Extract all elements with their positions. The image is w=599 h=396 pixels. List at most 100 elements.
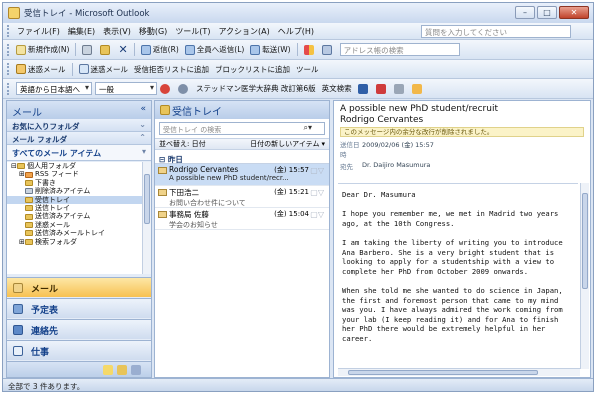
folder-junk[interactable]: 迷惑メール — [7, 221, 143, 229]
translate-button[interactable] — [157, 81, 175, 97]
delete-button[interactable]: ✕ — [115, 42, 130, 58]
chevron-down-icon: ▾ — [141, 147, 146, 156]
info-bar[interactable]: このメッセージ内の余分な改行が削除されました。 — [340, 127, 584, 137]
menu-go[interactable]: 移動(G) — [135, 26, 171, 37]
scrollbar-thumb[interactable] — [582, 193, 588, 289]
reading-pane-subject: A possible new PhD student/recruit — [340, 104, 498, 114]
address-book-button[interactable] — [319, 42, 337, 58]
mail-folders-label: メール フォルダ — [12, 135, 68, 144]
mail-folders-section[interactable]: メール フォルダ ⌃ — [7, 132, 151, 145]
flag-icon[interactable]: ▢▽ — [310, 210, 324, 219]
menu-help[interactable]: ヘルプ(H) — [274, 26, 318, 37]
mail-icon — [13, 283, 23, 293]
new-button[interactable]: 新規作成(N) — [13, 42, 72, 58]
to-label: 宛先 — [340, 163, 353, 171]
notes-icon[interactable] — [103, 365, 113, 375]
folder-deleted[interactable]: 削除済みアイテム — [7, 187, 143, 195]
minimize-button[interactable]: – — [515, 6, 535, 19]
junk-mail-button[interactable]: 迷惑メール — [13, 61, 69, 77]
to-value: Dr. Daijiro Masumura — [362, 161, 431, 169]
help-search-input[interactable]: 質問を入力してください — [421, 24, 571, 38]
address-book-search-input[interactable]: アドレス帳の検索 — [339, 43, 460, 56]
shortcuts-icon[interactable] — [131, 365, 141, 375]
dictionary-tool-1[interactable] — [355, 81, 373, 97]
folder-drafts[interactable]: 下書き — [7, 179, 143, 187]
dictionary-tool-2[interactable] — [373, 81, 391, 97]
reply-all-button-label: 全員へ返信(L) — [196, 45, 245, 54]
scrollbar-thumb[interactable] — [348, 370, 538, 375]
menu-view[interactable]: 表示(V) — [99, 26, 135, 37]
folder-tree-scrollbar[interactable] — [142, 162, 151, 274]
reply-all-button[interactable]: 全員へ返信(L) — [182, 42, 248, 58]
add-block-list-button[interactable]: ブロックリストに追加 — [212, 61, 293, 77]
menu-file[interactable]: ファイル(F) — [13, 26, 64, 37]
forward-button[interactable]: 転送(W) — [247, 42, 293, 58]
add-blocked-senders-button[interactable]: 受信拒否リストに追加 — [131, 61, 212, 77]
nav-tasks-button[interactable]: 仕事 — [7, 340, 151, 360]
nav-mail-button[interactable]: メール — [7, 277, 151, 297]
dictionary-tool-4[interactable] — [409, 81, 427, 97]
menu-actions[interactable]: アクション(A) — [214, 26, 273, 37]
nav-pane-title: メール — [12, 108, 42, 119]
dictionary-button[interactable]: ステッドマン医学大辞典 改訂第6版 — [193, 81, 319, 97]
sort-order-button[interactable]: 日付の新しいアイテム — [250, 139, 319, 149]
dictionary-tool-3[interactable] — [391, 81, 409, 97]
folder-rss[interactable]: ⊞ RSS フィード — [7, 170, 143, 178]
inbox-search-input[interactable]: 受信トレイ の検索 ⌕▾ — [159, 122, 325, 135]
translation-toolbar: 英語から日本語へ 一般 ステッドマン医学大辞典 改訂第6版 英文検索 — [3, 79, 593, 99]
nav-contacts-button[interactable]: 連絡先 — [7, 319, 151, 339]
menu-tools[interactable]: ツール(T) — [171, 26, 214, 37]
inbox-icon — [160, 105, 170, 115]
sort-arrow-icon[interactable]: ▾ — [321, 140, 325, 148]
junk-tools-button[interactable]: ツール — [293, 61, 322, 77]
message-date: (金) 15:21 — [274, 188, 309, 196]
flag-icon[interactable]: ▢▽ — [310, 188, 324, 197]
category-icon — [303, 44, 314, 55]
folder-label: 下書き — [35, 178, 56, 187]
collapse-pane-icon[interactable]: « — [140, 104, 146, 114]
favorite-folders-label: お気に入りフォルダ — [12, 122, 80, 131]
translate-direction-select[interactable]: 英語から日本語へ — [16, 82, 92, 95]
print-button[interactable] — [79, 42, 97, 58]
move-button[interactable] — [97, 42, 115, 58]
translate-mode-select[interactable]: 一般 — [95, 82, 157, 95]
group-header-yesterday[interactable]: ⊟ 昨日 — [155, 152, 329, 164]
nav-calendar-button[interactable]: 予定表 — [7, 298, 151, 318]
window-title: 受信トレイ - Microsoft Outlook — [24, 9, 150, 19]
close-button[interactable]: ✕ — [559, 6, 589, 19]
search-icon[interactable]: ⌕▾ — [304, 123, 313, 133]
folder-sent[interactable]: 送信済みアイテム — [7, 212, 143, 220]
reply-button[interactable]: 返信(R) — [138, 42, 182, 58]
translate-options-button[interactable] — [175, 81, 193, 97]
scrollbar-thumb[interactable] — [144, 174, 150, 224]
inbox-folder-icon — [25, 196, 33, 203]
reading-pane-vertical-scrollbar[interactable] — [580, 183, 589, 369]
flag-icon[interactable]: ▢▽ — [310, 166, 324, 175]
folder-personal[interactable]: ⊟ 個人用フォルダ — [7, 162, 143, 170]
new-button-label: 新規作成(N) — [28, 45, 70, 54]
menu-edit[interactable]: 編集(E) — [64, 26, 99, 37]
forward-icon — [250, 44, 261, 55]
not-junk-button[interactable]: 迷惑メール — [76, 61, 132, 77]
folder-search[interactable]: ⊞ 検索フォルダ — [7, 238, 143, 246]
message-item[interactable]: 事務局 佐藤 (金) 15:04 ▢▽ 学会のお知らせ — [155, 208, 329, 230]
message-item[interactable]: 下田浩二 (金) 15:21 ▢▽ お問い合わせ件について — [155, 186, 329, 208]
categorize-button[interactable] — [301, 42, 319, 58]
rss-folder-icon — [25, 171, 33, 178]
folder-list-icon[interactable] — [117, 365, 127, 375]
nav-pane-footer — [7, 361, 151, 377]
folder-sent-tray[interactable]: 送信済みメールトレイ — [7, 229, 143, 237]
folder-inbox[interactable]: 受信トレイ — [7, 195, 143, 204]
maximize-button[interactable]: □ — [537, 6, 557, 19]
favorite-folders-section[interactable]: お気に入りフォルダ ⌄ — [7, 119, 151, 132]
sort-by-button[interactable]: 並べ替え: 日付 — [159, 139, 206, 149]
message-item[interactable]: Rodrigo Cervantes (金) 15:57 ▢▽ A possibl… — [155, 164, 329, 186]
toolbar-separator — [75, 43, 77, 56]
toolbar-separator — [133, 43, 135, 56]
reading-pane-horizontal-scrollbar[interactable] — [338, 368, 580, 376]
folder-label: 迷惑メール — [35, 220, 70, 229]
message-list-pane: 受信トレイ 受信トレイ の検索 ⌕▾ 並べ替え: 日付 日付の新しいアイテム ▾… — [154, 100, 330, 378]
bilingual-search-button[interactable]: 英文検索 — [319, 81, 355, 97]
standard-toolbar: 新規作成(N) ✕ 返信(R) 全員へ返信(L) 転送(W) アドレス帳の検索 — [3, 40, 593, 60]
all-mail-items-select[interactable]: すべてのメール アイテム ▾ — [7, 145, 151, 161]
